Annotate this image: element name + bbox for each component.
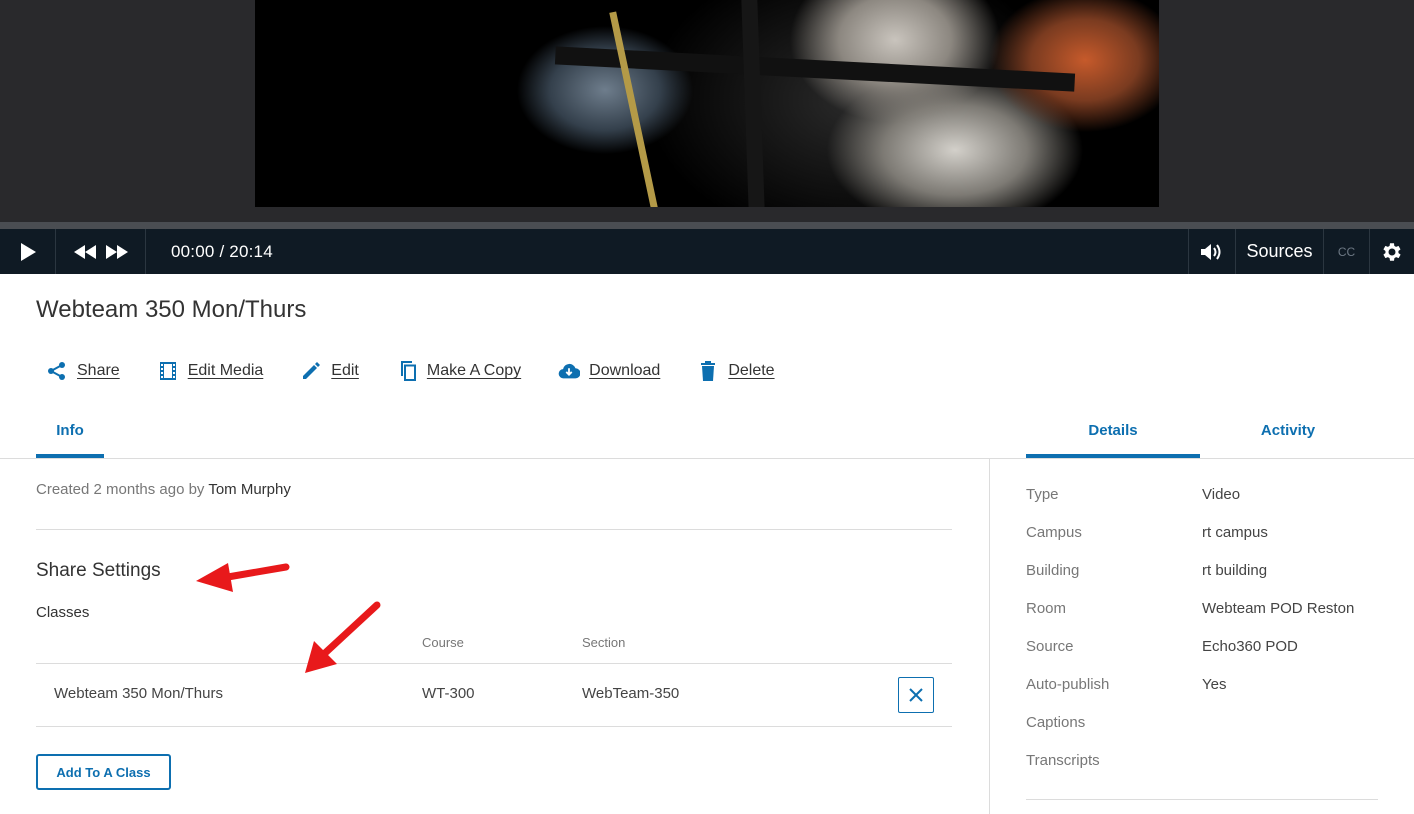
copy-icon [396, 360, 418, 382]
settings-button[interactable] [1369, 229, 1414, 274]
arrow-icon [196, 563, 290, 592]
detail-key: Building [1026, 562, 1080, 579]
detail-row-room: Room Webteam POD Reston [1026, 600, 1406, 620]
detail-key: Room [1026, 600, 1067, 617]
add-to-a-class-button[interactable]: Add To A Class [36, 754, 171, 790]
cc-button[interactable]: CC [1323, 229, 1369, 274]
play-icon [20, 242, 36, 261]
share-button[interactable]: Share [46, 360, 120, 382]
remove-class-button[interactable] [898, 677, 934, 713]
gear-icon [1383, 242, 1401, 261]
sources-button[interactable]: Sources [1235, 229, 1323, 274]
detail-row-type: Type Video [1026, 486, 1406, 506]
detail-value: Echo360 POD [1202, 638, 1298, 655]
table-divider [36, 726, 952, 727]
pencil-icon [300, 360, 322, 382]
volume-button[interactable] [1188, 229, 1235, 274]
play-button[interactable] [0, 229, 56, 274]
share-settings-heading: Share Settings [36, 560, 161, 581]
detail-key: Campus [1026, 524, 1082, 541]
detail-key: Captions [1026, 714, 1086, 731]
time-display: 00:00 / 20:14 [171, 241, 273, 261]
class-section-cell: WebTeam-350 [582, 685, 680, 702]
class-course-cell: WT-300 [422, 685, 475, 702]
column-header-section: Section [582, 635, 626, 650]
detail-row-building: Building rt building [1026, 562, 1406, 582]
table-divider [36, 663, 952, 664]
detail-row-captions: Captions [1026, 714, 1406, 734]
detail-row-campus: Campus rt campus [1026, 524, 1406, 544]
detail-value: rt building [1202, 562, 1268, 579]
details-divider [1026, 799, 1378, 800]
cloud-download-icon [558, 360, 581, 382]
detail-value: Webteam POD Reston [1202, 600, 1355, 617]
video-area[interactable] [0, 0, 1414, 222]
trash-icon [697, 360, 719, 382]
detail-value: rt campus [1202, 524, 1268, 541]
seek-controls [56, 229, 146, 274]
detail-key: Type [1026, 486, 1059, 503]
action-bar: Share Edit Media Edit Make A Copy Downlo… [46, 358, 812, 384]
tabs-divider [0, 458, 1414, 459]
rewind-icon[interactable] [73, 244, 97, 260]
detail-row-transcripts: Transcripts [1026, 752, 1406, 772]
detail-value: Video [1202, 486, 1241, 503]
created-prefix: Created 2 months ago by [36, 481, 205, 498]
film-icon [157, 360, 179, 382]
delete-label: Delete [728, 362, 775, 379]
make-a-copy-button[interactable]: Make A Copy [396, 360, 521, 382]
classes-heading: Classes [36, 604, 90, 621]
detail-row-source: Source Echo360 POD [1026, 638, 1406, 658]
page-title: Webteam 350 Mon/Thurs [36, 296, 307, 323]
tab-activity[interactable]: Activity [1200, 412, 1376, 458]
close-icon [909, 688, 923, 702]
video-frame[interactable] [255, 0, 1159, 207]
detail-row-auto-publish: Auto-publish Yes [1026, 676, 1406, 696]
edit-media-label: Edit Media [187, 362, 264, 379]
download-button[interactable]: Download [558, 360, 660, 382]
column-divider [989, 459, 990, 814]
edit-label: Edit [331, 362, 359, 379]
delete-button[interactable]: Delete [697, 360, 775, 382]
tab-info[interactable]: Info [36, 412, 104, 458]
download-label: Download [589, 362, 661, 379]
make-a-copy-label: Make A Copy [426, 362, 522, 379]
player-controls: 00:00 / 20:14 Sources CC [0, 229, 1414, 274]
detail-key: Transcripts [1026, 752, 1100, 769]
detail-key: Source [1026, 638, 1074, 655]
detail-value: Yes [1202, 676, 1227, 693]
edit-media-button[interactable]: Edit Media [157, 360, 264, 382]
detail-key: Auto-publish [1026, 676, 1110, 693]
fast-forward-icon[interactable] [105, 244, 129, 260]
edit-button[interactable]: Edit [300, 360, 359, 382]
volume-icon [1201, 243, 1221, 260]
divider [36, 529, 952, 530]
share-label: Share [77, 362, 120, 379]
created-info: Created 2 months ago by Tom Murphy [36, 481, 291, 498]
created-author: Tom Murphy [208, 481, 291, 498]
tab-details[interactable]: Details [1026, 412, 1200, 458]
class-name-cell: Webteam 350 Mon/Thurs [54, 685, 223, 702]
column-header-course: Course [422, 635, 464, 650]
share-icon [46, 360, 68, 382]
progress-track[interactable] [0, 222, 1414, 229]
